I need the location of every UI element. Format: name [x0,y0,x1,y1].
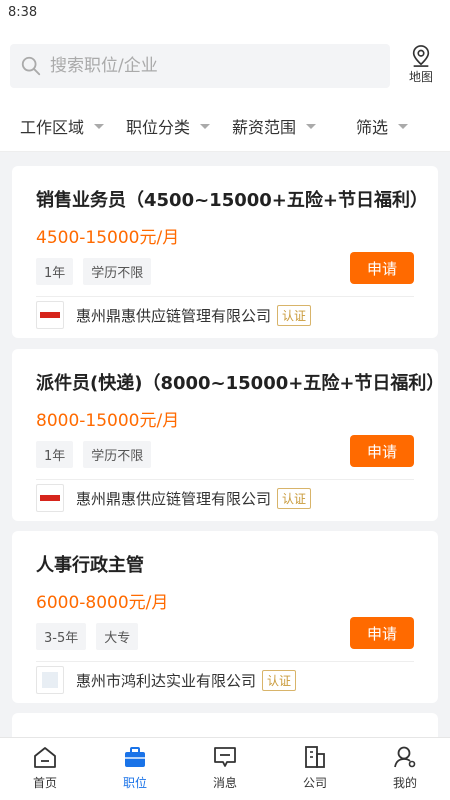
tab-label: 消息 [212,776,237,790]
tab-profile[interactable]: 我的 [375,744,435,791]
job-card-partial[interactable] [12,713,438,737]
filter-salary-range[interactable]: 薪资范围 [232,114,317,138]
company-row[interactable]: 惠州鼎惠供应链管理有限公司 认证 [36,484,312,512]
verified-badge: 认证 [262,669,297,691]
filter-more[interactable]: 筛选 [356,114,409,138]
caret-down-icon [94,123,105,129]
education-tag: 学历不限 [83,258,152,285]
building-icon [305,746,325,768]
caret-down-icon [306,123,317,129]
job-title: 销售业务员（4500~15000+五险+节日福利） [36,190,428,211]
tab-label: 首页 [32,776,57,790]
job-title: 派件员(快递)（8000~15000+五险+节日福利） [36,373,445,394]
tab-companies[interactable]: 公司 [285,744,345,791]
education-tag: 大专 [96,623,139,650]
experience-tag: 1年 [36,258,74,285]
caret-down-icon [200,123,211,129]
company-name: 惠州鼎惠供应链管理有限公司 [76,489,272,508]
status-time: 8:38 [8,5,38,20]
job-tags: 3-5年 大专 [36,623,148,650]
company-name: 惠州市鸿利达实业有限公司 [76,671,257,690]
tab-messages[interactable]: 消息 [195,744,255,791]
apply-button[interactable]: 申请 [350,435,414,467]
job-tags: 1年 学历不限 [36,258,161,285]
apply-button[interactable]: 申请 [350,617,414,649]
job-salary: 4500-15000元/月 [36,228,180,248]
card-divider [36,479,414,480]
search-input[interactable] [50,56,370,76]
map-label: 地图 [408,70,433,84]
status-bar: 8:38 [0,0,450,28]
tab-home[interactable]: 首页 [15,744,75,791]
filter-job-category[interactable]: 职位分类 [126,114,211,138]
filter-label: 筛选 [356,118,389,137]
job-card[interactable]: 人事行政主管 6000-8000元/月 3-5年 大专 申请 惠州市鸿利达实业有… [12,531,438,703]
job-card[interactable]: 派件员(快递)（8000~15000+五险+节日福利） 8000-15000元/… [12,349,444,521]
company-row[interactable]: 惠州鼎惠供应链管理有限公司 认证 [36,301,312,329]
filter-label: 职位分类 [126,118,191,137]
caret-down-icon [398,123,409,129]
card-divider [36,661,414,662]
search-icon [21,56,41,76]
message-icon [214,747,236,767]
job-card[interactable]: 销售业务员（4500~15000+五险+节日福利） 4500-15000元/月 … [12,166,438,338]
map-pin-icon [412,45,430,67]
filter-bar: 工作区域 职位分类 薪资范围 筛选 [0,100,450,152]
search-box[interactable] [10,44,390,88]
company-logo [36,666,64,694]
experience-tag: 1年 [36,441,74,468]
job-salary: 6000-8000元/月 [36,593,169,613]
job-tags: 1年 学历不限 [36,441,161,468]
bottom-tab-bar: 首页 职位 消息 公司 我的 [0,737,450,800]
filter-label: 工作区域 [20,118,85,137]
home-icon [34,747,56,768]
briefcase-icon [125,747,145,767]
filter-label: 薪资范围 [232,118,297,137]
company-row[interactable]: 惠州市鸿利达实业有限公司 认证 [36,666,297,694]
company-name: 惠州鼎惠供应链管理有限公司 [76,306,272,325]
search-header: 地图 [0,28,450,100]
education-tag: 学历不限 [83,441,152,468]
filter-work-area[interactable]: 工作区域 [20,114,105,138]
verified-badge: 认证 [277,487,312,509]
experience-tag: 3-5年 [36,623,87,650]
map-button[interactable]: 地图 [400,44,442,90]
tab-jobs[interactable]: 职位 [105,744,165,791]
company-logo [36,484,64,512]
company-logo [36,301,64,329]
tab-label: 我的 [392,776,417,790]
card-divider [36,296,414,297]
tab-label: 职位 [122,776,147,790]
apply-button[interactable]: 申请 [350,252,414,284]
tab-label: 公司 [302,776,327,790]
job-title: 人事行政主管 [36,555,144,576]
profile-icon [394,746,416,768]
job-salary: 8000-15000元/月 [36,411,180,431]
verified-badge: 认证 [277,304,312,326]
